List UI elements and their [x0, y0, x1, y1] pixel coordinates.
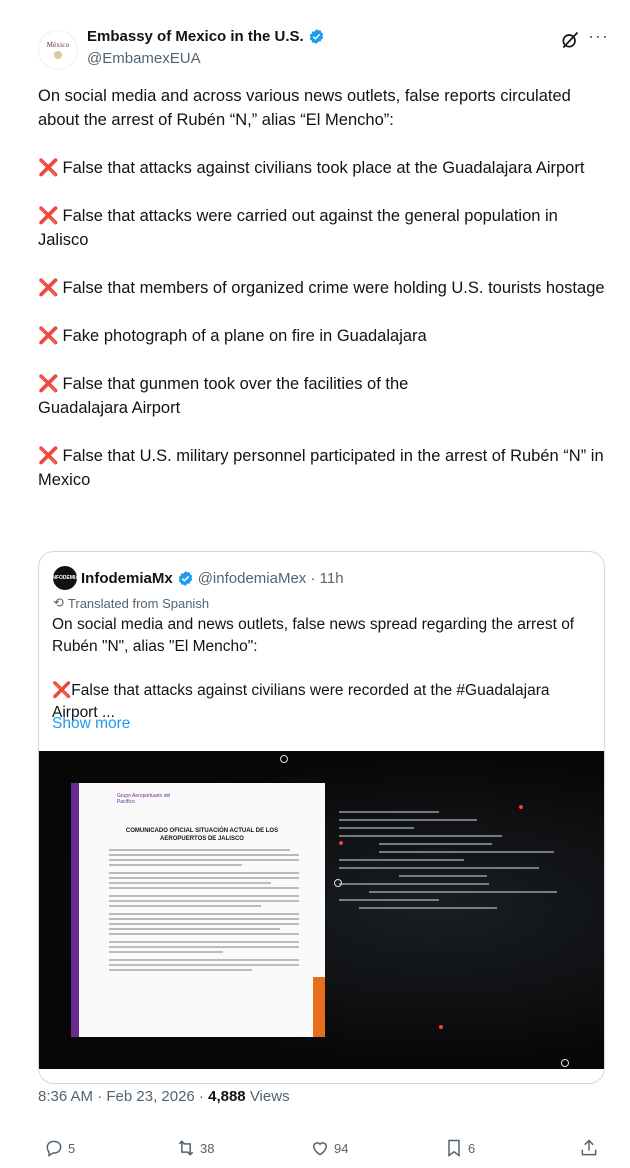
repost-count: 38: [200, 1140, 215, 1156]
quoted-tweet[interactable]: INFODEMIA InfodemiaMx @infodemiaMex · 11…: [38, 551, 605, 1084]
repost-button[interactable]: 38: [176, 1138, 214, 1158]
press-release-document: Grupo Aeroportuario del Pacífico COMUNIC…: [71, 783, 325, 1037]
bookmark-icon: [448, 1139, 460, 1157]
tweet-item-text: False that U.S. military personnel parti…: [38, 447, 604, 489]
doc-logo: Grupo Aeroportuario del Pacífico: [117, 793, 171, 805]
quote-author-handle[interactable]: @infodemiaMex · 11h: [198, 570, 344, 587]
quote-avatar[interactable]: INFODEMIA: [51, 566, 79, 590]
author-handle[interactable]: @EmbamexEUA: [87, 50, 201, 67]
tweet-item: ❌ False that gunmen took over the facilit…: [38, 372, 458, 420]
cross-mark-icon: ❌: [38, 447, 59, 465]
tweet-intro: On social media and across various news …: [38, 87, 571, 129]
doc-title: COMUNICADO OFICIAL SITUACIÓN ACTUAL DE L…: [125, 828, 279, 842]
cross-mark-icon: ❌: [38, 327, 59, 345]
tweet-item-text: Fake photograph of a plane on fire in Gu…: [62, 327, 427, 345]
tweet-item: ❌ False that attacks were carried out aga…: [38, 204, 608, 252]
bookmark-count: 6: [468, 1140, 476, 1156]
reply-icon: [46, 1140, 62, 1157]
tweet-item: ❌ False that members of organized crime w…: [38, 276, 608, 300]
reply-button[interactable]: 5: [44, 1138, 75, 1158]
tweet-item: ❌ Fake photograph of a plane on fire in G…: [38, 324, 608, 348]
author-name-line[interactable]: Embassy of Mexico in the U.S.: [87, 28, 325, 45]
quote-text: On social media and news outlets, false …: [52, 614, 592, 746]
reply-count: 5: [68, 1140, 76, 1156]
action-bar: 5 38 94 6: [38, 1138, 603, 1162]
tweet-text: On social media and across various news …: [38, 84, 608, 516]
share-icon: [581, 1139, 597, 1156]
ring-marker: [561, 1059, 569, 1067]
quote-header: INFODEMIA InfodemiaMx @infodemiaMex · 11…: [51, 566, 344, 590]
ring-marker: [280, 755, 288, 763]
tweet-item-text: False that attacks were carried out agai…: [38, 207, 558, 249]
red-light-dot: [439, 1025, 443, 1029]
translated-label[interactable]: ⟲ Translated from Spanish: [53, 595, 209, 611]
repost-icon: [178, 1140, 194, 1156]
tweet-item: ❌ False that attacks against civilians to…: [38, 156, 608, 180]
tweet-header: México Embassy of Mexico in the U.S. @Em…: [38, 26, 608, 70]
tweet-timestamp[interactable]: 8:36 AM · Feb 23, 2026 ·: [38, 1088, 208, 1105]
tweet-meta: 8:36 AM · Feb 23, 2026 · 4,888 Views: [38, 1088, 290, 1105]
tweet-item-text: False that attacks against civilians too…: [62, 159, 585, 177]
code-overlay: [339, 811, 589, 915]
cross-mark-icon: ❌: [38, 207, 59, 225]
red-light-dot: [339, 841, 343, 845]
red-light-dot: [519, 805, 523, 809]
quote-author-name[interactable]: InfodemiaMx: [81, 570, 173, 587]
like-button[interactable]: 94: [310, 1138, 348, 1158]
tweet-item-text: False that members of organized crime we…: [62, 279, 605, 297]
author-name[interactable]: Embassy of Mexico in the U.S.: [87, 28, 304, 45]
ring-marker: [334, 879, 342, 887]
quote-line: On social media and news outlets, false …: [52, 616, 575, 655]
like-count: 94: [334, 1140, 349, 1156]
tweet-item-text: False that gunmen took over the faciliti…: [38, 375, 409, 417]
cross-mark-icon: ❌: [38, 159, 59, 177]
view-count: 4,888: [208, 1088, 246, 1105]
grok-icon[interactable]: [560, 30, 580, 50]
cross-mark-icon: ❌: [38, 279, 59, 297]
doc-accent: [313, 977, 325, 1037]
show-more-link[interactable]: Show more: [52, 715, 130, 733]
cross-mark-icon: ❌: [38, 375, 59, 393]
author-avatar[interactable]: México: [38, 30, 78, 70]
translate-icon: ⟲: [53, 595, 64, 610]
heart-icon: [312, 1142, 328, 1156]
share-button[interactable]: [579, 1138, 603, 1158]
tweet-item: ❌ False that U.S. military personnel part…: [38, 444, 608, 492]
avatar-seal: [54, 51, 62, 59]
quote-line: ❌False that attacks against civilians we…: [52, 682, 550, 721]
views-label: Views: [245, 1088, 290, 1105]
bookmark-button[interactable]: 6: [444, 1138, 475, 1158]
quote-media-image[interactable]: Grupo Aeroportuario del Pacífico COMUNIC…: [39, 751, 604, 1069]
more-options-icon[interactable]: ···: [588, 26, 609, 47]
verified-badge-icon: [309, 29, 323, 44]
translated-text: Translated from Spanish: [67, 595, 210, 611]
avatar-logo-text: México: [46, 41, 70, 49]
verified-badge-icon: [178, 570, 192, 586]
doc-body-lines: [109, 849, 299, 974]
